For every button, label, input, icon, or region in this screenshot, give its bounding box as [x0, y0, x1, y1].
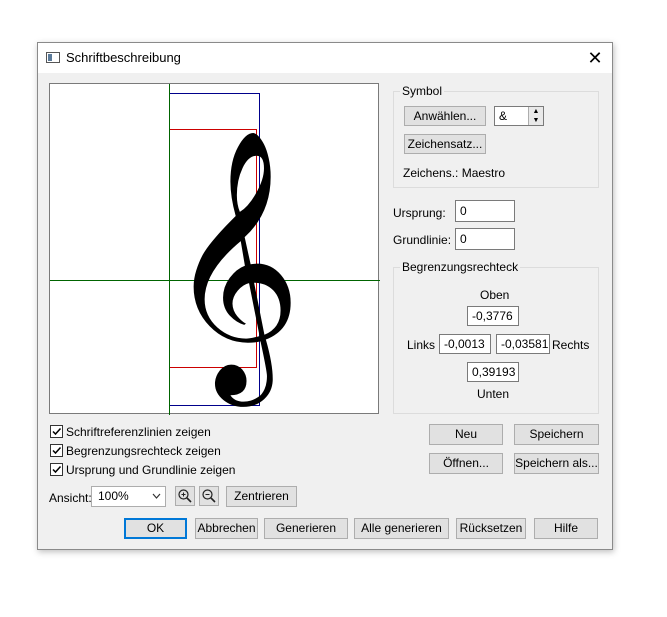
bottom-label: Unten	[477, 387, 510, 401]
generate-button[interactable]: Generieren	[264, 518, 348, 539]
generate-label: Generieren	[275, 521, 337, 535]
zoom-out-icon	[202, 489, 216, 503]
close-icon: ✕	[587, 48, 603, 68]
help-button[interactable]: Hilfe	[534, 518, 598, 539]
reset-button[interactable]: Rücksetzen	[456, 518, 526, 539]
new-label: Neu	[454, 427, 477, 441]
top-input[interactable]: -0,3776	[467, 306, 519, 326]
top-label: Oben	[480, 288, 510, 302]
checkbox-origin-baseline[interactable]: Ursprung und Grundlinie zeigen	[50, 462, 310, 478]
generate-all-label: Alle generieren	[361, 521, 442, 535]
right-input[interactable]: -0,03581	[496, 334, 550, 354]
right-label: Rechts	[552, 338, 590, 352]
view-label: Ansicht:	[49, 491, 92, 505]
zoom-in-icon	[178, 489, 192, 503]
bounding-box-group-label: Begrenzungsrechteck	[400, 260, 521, 274]
zoom-in-button[interactable]	[175, 486, 195, 506]
select-symbol-button[interactable]: Anwählen...	[404, 106, 486, 126]
checkbox-origin-baseline-label: Ursprung und Grundlinie zeigen	[66, 463, 236, 477]
checkbox-bounding-box-label: Begrenzungsrechteck zeigen	[66, 444, 221, 458]
center-label: Zentrieren	[234, 489, 289, 503]
spin-down-icon[interactable]: ▼	[529, 116, 543, 125]
checkmark-icon	[52, 465, 62, 474]
origin-label: Ursprung:	[393, 206, 446, 220]
charset-info: Zeichens.: Maestro	[403, 166, 506, 180]
symbol-group-label: Symbol	[400, 84, 445, 98]
reset-label: Rücksetzen	[459, 521, 523, 535]
checkbox-bounding-box-box[interactable]	[50, 444, 63, 457]
ok-label: OK	[146, 521, 165, 535]
baseline-input[interactable]: 0	[455, 228, 515, 250]
bottom-input[interactable]: 0,39193	[467, 362, 519, 382]
checkbox-reference-lines-label: Schriftreferenzlinien zeigen	[66, 425, 211, 439]
save-button[interactable]: Speichern	[514, 424, 599, 445]
save-as-label: Speichern als...	[515, 456, 598, 470]
baseline-label: Grundlinie:	[393, 233, 452, 247]
zoom-out-button[interactable]	[199, 486, 219, 506]
open-button[interactable]: Öffnen...	[429, 453, 503, 474]
select-symbol-label: Anwählen...	[413, 109, 477, 123]
chevron-down-icon	[152, 487, 161, 513]
checkbox-reference-lines-box[interactable]	[50, 425, 63, 438]
help-label: Hilfe	[553, 521, 578, 535]
open-label: Öffnen...	[443, 456, 489, 470]
zoom-select[interactable]: 100%	[91, 486, 166, 507]
char-value: &	[499, 109, 508, 123]
generate-all-button[interactable]: Alle generieren	[354, 518, 449, 539]
charset-label: Zeichensatz...	[407, 137, 483, 151]
char-spinner[interactable]: ▲ ▼	[528, 107, 543, 125]
window-title: Schriftbeschreibung	[66, 50, 181, 65]
ok-button[interactable]: OK	[124, 518, 187, 539]
checkbox-bounding-box[interactable]: Begrenzungsrechteck zeigen	[50, 443, 310, 459]
font-description-dialog: Schriftbeschreibung ✕ 𝄞 Symbol Anwählen.…	[37, 42, 613, 550]
checkmark-icon	[52, 446, 62, 455]
origin-input[interactable]: 0	[455, 200, 515, 222]
checkbox-origin-baseline-box[interactable]	[50, 463, 63, 476]
left-label: Links	[407, 338, 436, 352]
cancel-button[interactable]: Abbrechen	[195, 518, 258, 539]
center-button[interactable]: Zentrieren	[226, 486, 297, 507]
new-button[interactable]: Neu	[429, 424, 503, 445]
spin-up-icon[interactable]: ▲	[529, 107, 543, 116]
window-icon	[46, 52, 60, 63]
char-input[interactable]: & ▲ ▼	[494, 106, 544, 126]
charset-button[interactable]: Zeichensatz...	[404, 134, 486, 154]
preview-canvas: 𝄞	[50, 84, 380, 415]
zoom-value: 100%	[98, 489, 129, 503]
save-as-button[interactable]: Speichern als...	[514, 453, 599, 474]
checkmark-icon	[52, 427, 62, 436]
cancel-label: Abbrechen	[197, 521, 256, 535]
close-button[interactable]: ✕	[584, 47, 606, 69]
title-bar[interactable]: Schriftbeschreibung ✕	[38, 43, 612, 73]
glyph-preview[interactable]: 𝄞	[49, 83, 380, 415]
checkbox-reference-lines[interactable]: Schriftreferenzlinien zeigen	[50, 424, 310, 440]
left-input[interactable]: -0,0013	[439, 334, 491, 354]
treble-clef-glyph: 𝄞	[166, 128, 302, 407]
save-label: Speichern	[529, 427, 584, 441]
